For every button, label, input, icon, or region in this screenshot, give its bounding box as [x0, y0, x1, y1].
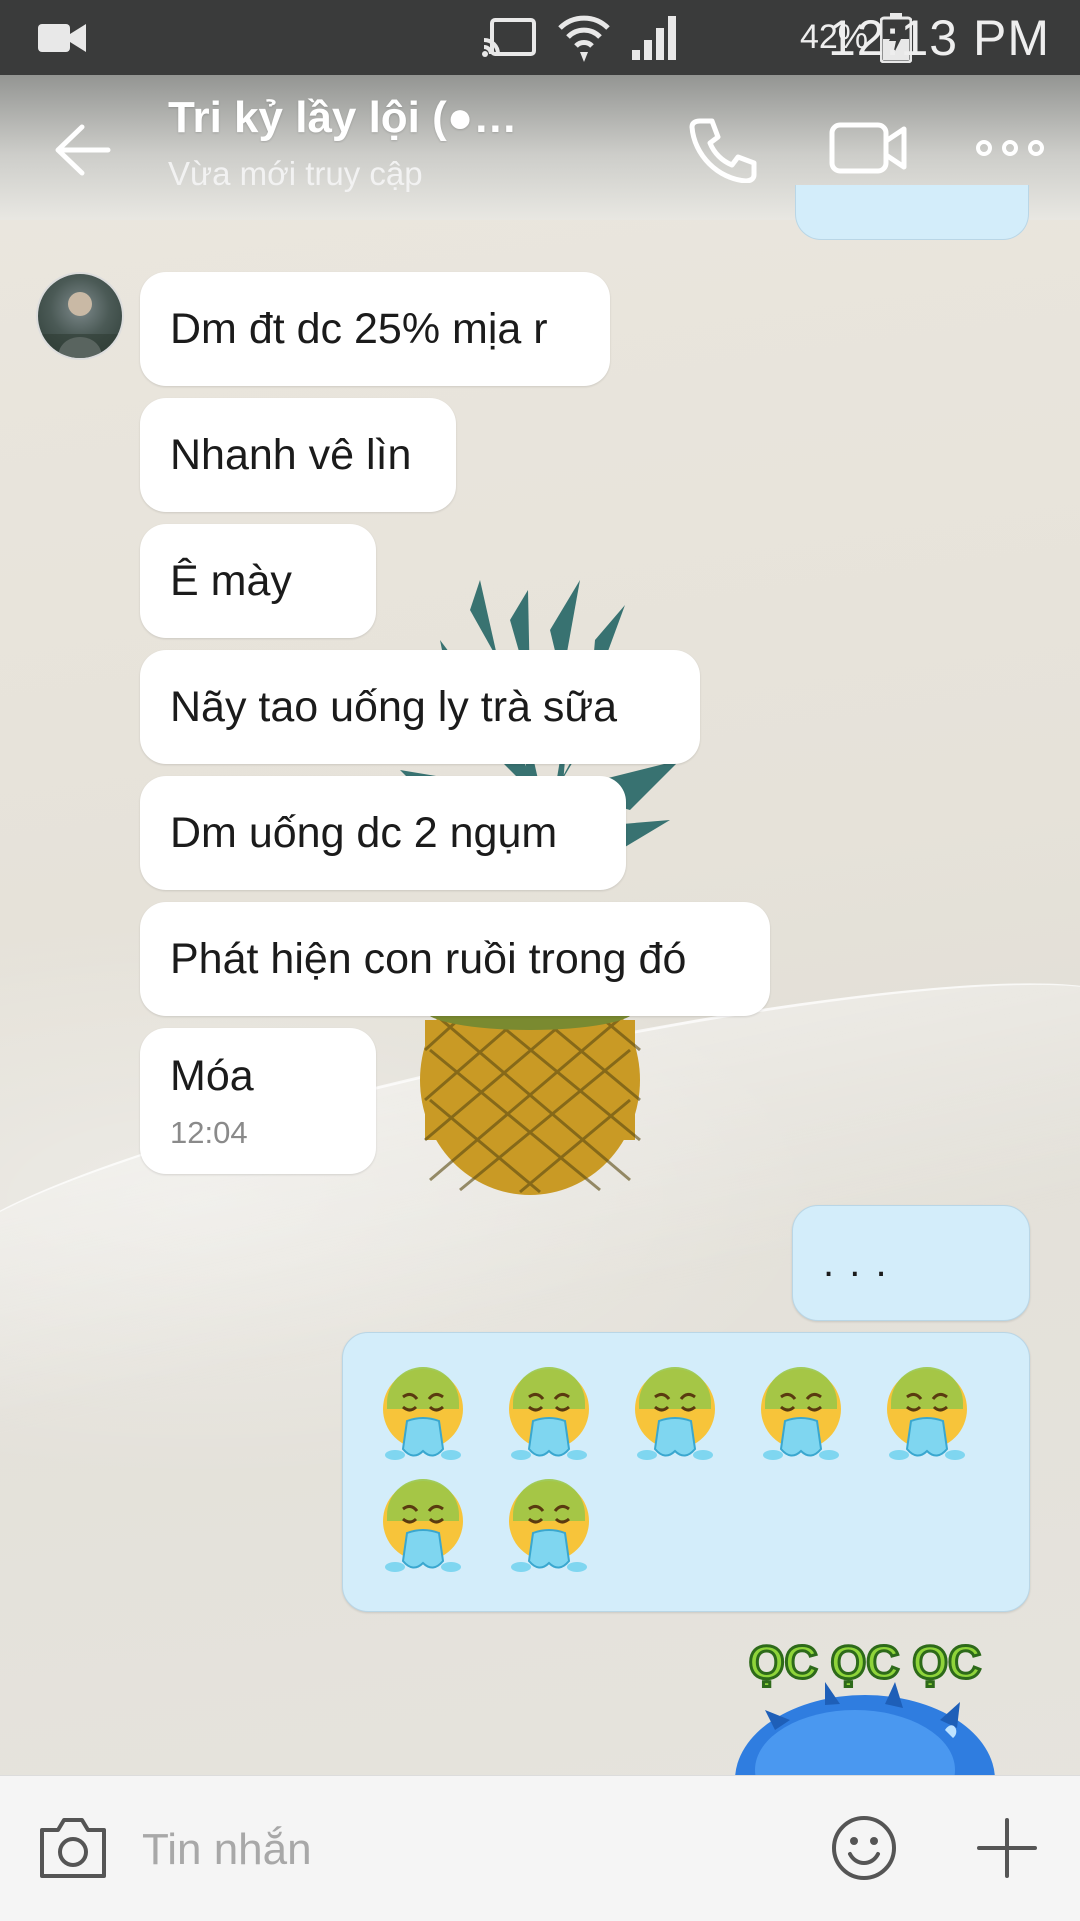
video-camera-notification-icon [38, 0, 88, 75]
previous-message-bubble[interactable] [795, 185, 1029, 240]
vomiting-face-emoji-icon [383, 1479, 463, 1572]
signal-icon [630, 0, 682, 75]
incoming-message[interactable]: Phát hiện con ruồi trong đó [140, 902, 770, 1016]
wifi-icon [556, 0, 612, 75]
incoming-message[interactable]: Nhanh vê lìn [140, 398, 456, 512]
sticker-caption: ỌC ỌC ỌC [749, 1636, 982, 1688]
vomiting-face-emoji-icon [383, 1367, 463, 1460]
contact-status: Vừa mới truy cập [168, 155, 423, 192]
contact-name[interactable]: Tri kỷ lầy lội (●… [168, 93, 528, 143]
status-bar: 42% 12:13 PM [0, 0, 1080, 75]
cast-icon [482, 0, 538, 75]
message-text: . . . [823, 1240, 889, 1285]
message-composer [0, 1775, 1080, 1921]
vomiting-face-emoji-icon [761, 1367, 841, 1460]
incoming-message[interactable]: Dm đt dc 25% mịa r [140, 272, 610, 386]
message-timestamp: 12:04 [170, 1114, 248, 1150]
vomiting-face-emoji-icon [635, 1367, 715, 1460]
incoming-message[interactable]: Ê mày [140, 524, 376, 638]
vomiting-face-emoji-icon [887, 1367, 967, 1460]
emoji-picker-icon[interactable] [830, 1814, 898, 1882]
add-attachment-icon[interactable] [975, 1816, 1039, 1880]
message-text: Phát hiện con ruồi trong đó [170, 934, 687, 983]
camera-icon[interactable] [36, 1812, 110, 1882]
incoming-message[interactable]: Nãy tao uống ly trà sữa [140, 650, 700, 764]
incoming-message[interactable]: Móa 12:04 [140, 1028, 376, 1174]
outgoing-message[interactable]: . . . [792, 1205, 1030, 1321]
message-input[interactable] [140, 1806, 794, 1893]
back-arrow-icon[interactable] [48, 115, 118, 185]
sticker-pufferfish[interactable]: ỌC ỌC ỌC [735, 1620, 1025, 1775]
video-call-icon[interactable] [828, 113, 908, 183]
message-text: Dm đt dc 25% mịa r [170, 304, 548, 353]
emoji-grid [343, 1333, 1031, 1613]
phone-call-icon[interactable] [682, 113, 762, 183]
incoming-message[interactable]: Dm uống dc 2 ngụm [140, 776, 626, 890]
message-text: Nãy tao uống ly trà sữa [170, 682, 618, 731]
message-text: Dm uống dc 2 ngụm [170, 808, 558, 857]
contact-avatar[interactable] [36, 272, 124, 360]
outgoing-emoji-message[interactable] [342, 1332, 1030, 1612]
message-text: Ê mày [170, 556, 292, 605]
message-text: Móa [170, 1051, 254, 1100]
message-text: Nhanh vê lìn [170, 430, 412, 479]
vomiting-face-emoji-icon [509, 1367, 589, 1460]
vomiting-face-emoji-icon [509, 1479, 589, 1572]
more-options-icon[interactable] [970, 113, 1050, 183]
clock: 12:13 PM [827, 9, 1050, 66]
